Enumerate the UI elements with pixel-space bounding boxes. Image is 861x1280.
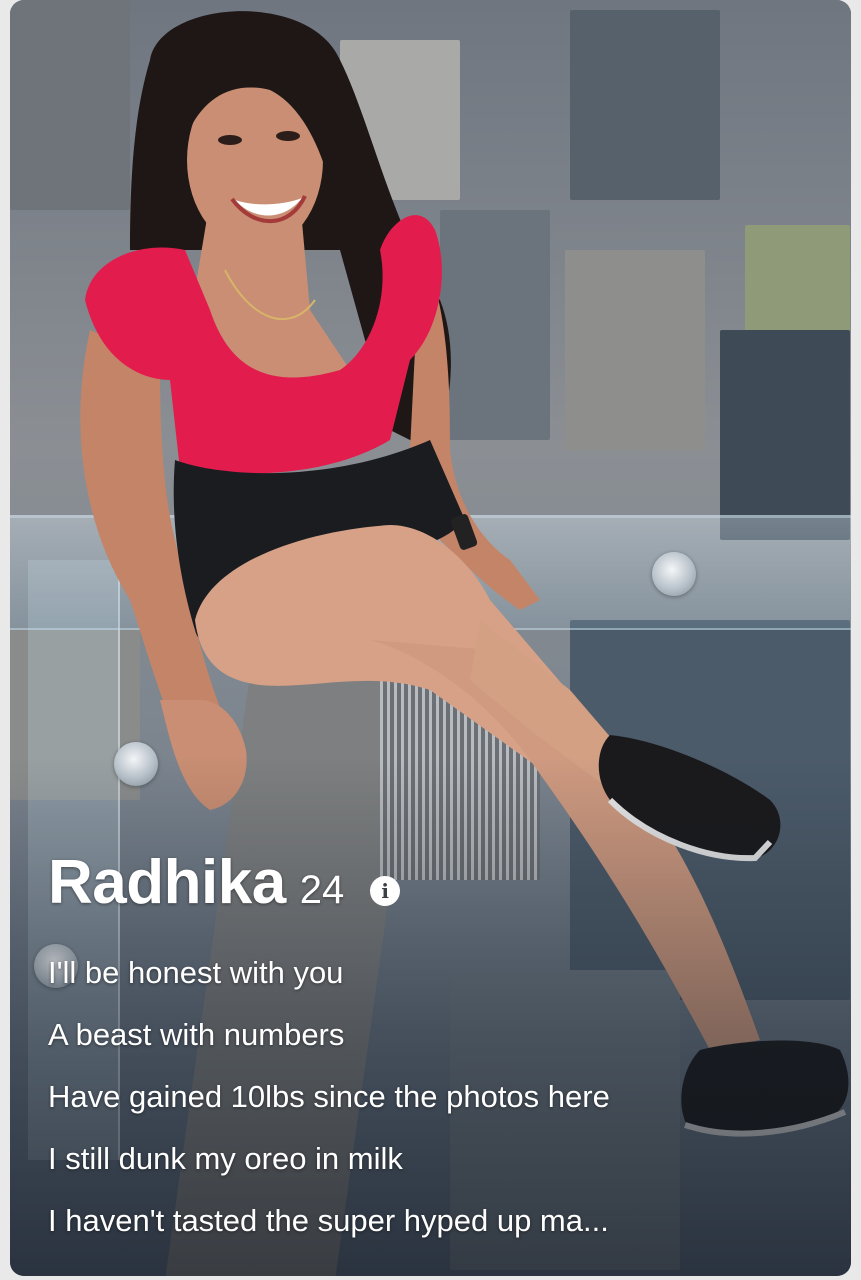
profile-info: Radhika 24 i I'll be honest with you A b…: [48, 852, 831, 1252]
profile-name: Radhika: [48, 848, 286, 917]
bio-line: A beast with numbers: [48, 1017, 345, 1052]
profile-bio: I'll be honest with you A beast with num…: [48, 942, 831, 1252]
profile-age: 24: [299, 868, 345, 912]
info-icon[interactable]: i: [370, 876, 401, 906]
name-age-row: Radhika 24 i: [48, 852, 831, 930]
bio-line: Have gained 10lbs since the photos here: [48, 1079, 610, 1114]
bio-line: I'll be honest with you: [48, 955, 344, 990]
bio-line: I still dunk my oreo in milk: [48, 1141, 403, 1176]
bio-line: I haven't tasted the super hyped up ma..…: [48, 1203, 609, 1238]
profile-card[interactable]: Radhika 24 i I'll be honest with you A b…: [10, 0, 851, 1276]
